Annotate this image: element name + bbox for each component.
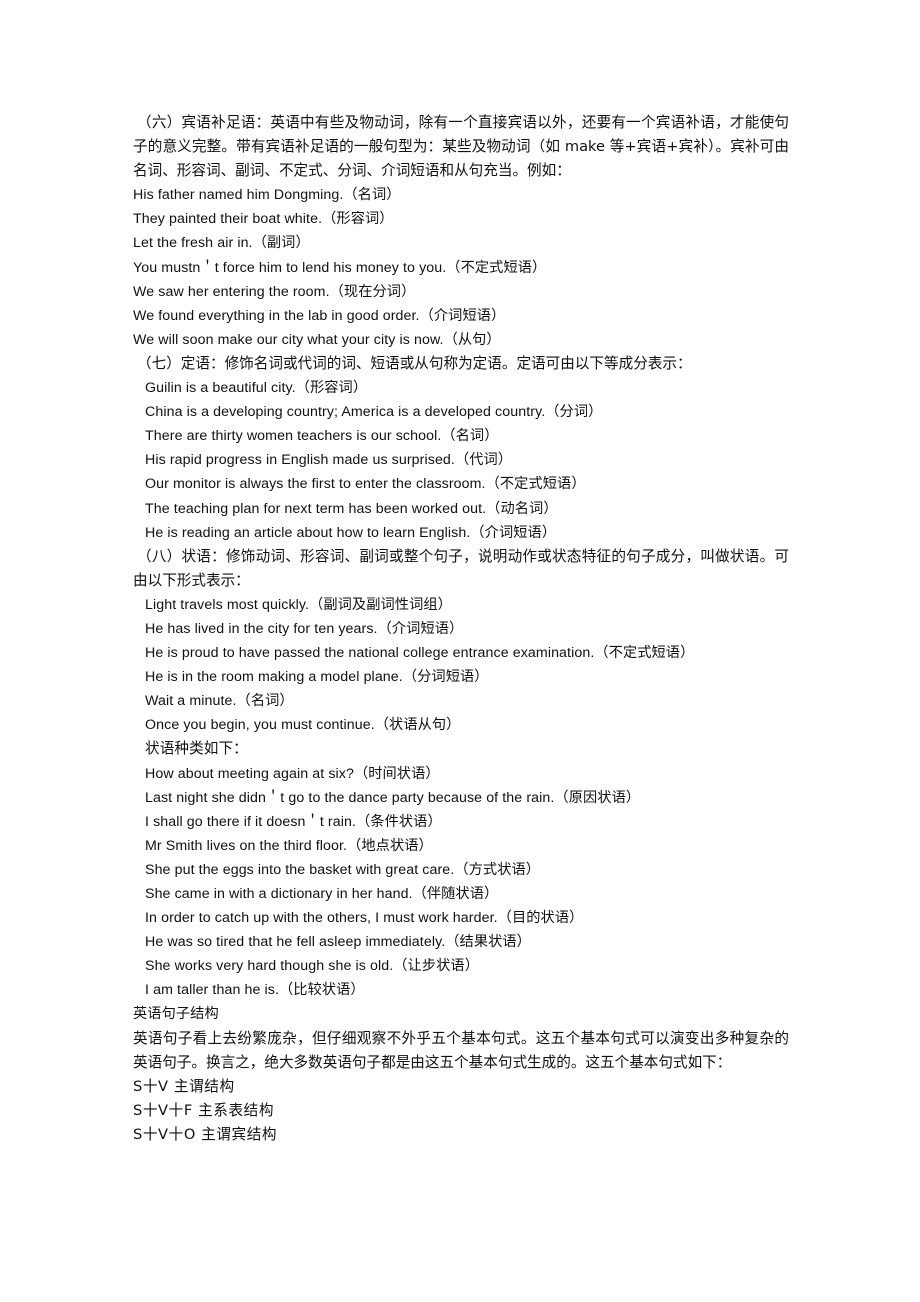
example-sentence: There are thirty women teachers is our s…	[145, 428, 499, 445]
adverbial-type-example: How about meeting again at six?（时间状语）	[145, 765, 440, 782]
adverbial-type-example: In order to catch up with the others, I …	[145, 910, 584, 927]
adverbial-type-example: I am taller than he is.（比较状语）	[145, 982, 365, 999]
adverbial-types-label: 状语种类如下：	[145, 740, 248, 758]
adverbial-type-example: He was so tired that he fell asleep imme…	[145, 934, 531, 951]
adverbial-type-example: Mr Smith lives on the third floor.（地点状语）	[145, 837, 433, 854]
example-sentence: China is a developing country; America i…	[145, 404, 603, 421]
example-sentence: The teaching plan for next term has been…	[145, 500, 558, 517]
adverbial-type-example: Last night she didn＇t go to the dance pa…	[145, 789, 641, 806]
example-sentence: Wait a minute.（名词）	[145, 693, 294, 710]
example-sentence: Our monitor is always the first to enter…	[145, 476, 586, 493]
example-sentence: We will soon make our city what your cit…	[133, 331, 501, 348]
example-sentence: We found everything in the lab in good o…	[133, 307, 506, 324]
section-sentence-structure-body: 英语句子看上去纷繁庞杂，但仔细观察不外乎五个基本句式。这五个基本句式可以演变出多…	[133, 1029, 789, 1071]
example-sentence: You mustn＇t force him to lend his money …	[133, 259, 547, 276]
example-sentence: They painted their boat white.（形容词）	[133, 211, 394, 228]
example-sentence: His father named him Dongming.（名词）	[133, 187, 401, 204]
example-sentence: We saw her entering the room.（现在分词）	[133, 283, 416, 300]
example-sentence: Light travels most quickly.（副词及副词性词组）	[145, 596, 452, 613]
sentence-pattern: S十V十O 主谓宾结构	[133, 1125, 278, 1143]
example-sentence: His rapid progress in English made us su…	[145, 452, 513, 469]
example-sentence: Let the fresh air in.（副词）	[133, 235, 310, 252]
section-attributive-heading: （七）定语：修饰名词或代词的词、短语或从句称为定语。定语可由以下等成分表示：	[137, 354, 692, 372]
document-text-body: （六）宾语补足语：英语中有些及物动词，除有一个直接宾语以外，还要有一个宾语补语，…	[133, 111, 789, 1147]
example-sentence: Once you begin, you must continue.（状语从句）	[145, 717, 461, 734]
sentence-pattern: S十V十F 主系表结构	[133, 1101, 275, 1119]
example-sentence: He is in the room making a model plane.（…	[145, 669, 489, 686]
example-sentence: He is proud to have passed the national …	[145, 645, 695, 662]
sentence-pattern: S十V 主谓结构	[133, 1077, 235, 1095]
section-object-complement-heading: （六）宾语补足语：英语中有些及物动词，除有一个直接宾语以外，还要有一个宾语补语，…	[133, 114, 789, 180]
section-sentence-structure-title: 英语句子结构	[133, 1006, 219, 1023]
example-sentence: He has lived in the city for ten years.（…	[145, 620, 464, 637]
adverbial-type-example: I shall go there if it doesn＇t rain.（条件状…	[145, 813, 442, 830]
adverbial-type-example: She put the eggs into the basket with gr…	[145, 861, 541, 878]
adverbial-type-example: She came in with a dictionary in her han…	[145, 886, 499, 902]
document-page: （六）宾语补足语：英语中有些及物动词，除有一个直接宾语以外，还要有一个宾语补语，…	[0, 0, 920, 1302]
example-sentence: Guilin is a beautiful city.（形容词）	[145, 380, 368, 397]
section-adverbial-heading: （八）状语：修饰动词、形容词、副词或整个句子，说明动作或状态特征的句子成分，叫做…	[133, 547, 789, 589]
example-sentence: He is reading an article about how to le…	[145, 524, 557, 541]
adverbial-type-example: She works very hard though she is old.（让…	[145, 958, 479, 975]
